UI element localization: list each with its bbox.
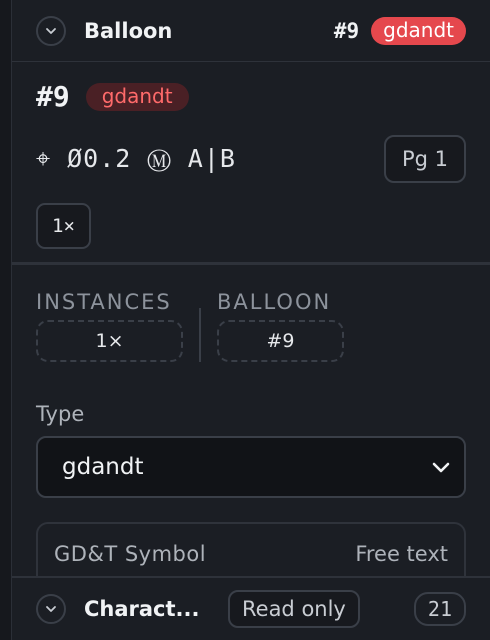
chevron-down-icon[interactable] bbox=[36, 594, 66, 624]
gdt-symbol-card[interactable]: GD&T Symbol Free text bbox=[36, 522, 466, 576]
summary-balloon-number: #9 bbox=[36, 80, 70, 113]
feature-control-frame: ⌖ Ø0.2 Ⓜ A|B bbox=[36, 144, 236, 173]
balloon-header[interactable]: Balloon #9 gdandt bbox=[12, 0, 490, 62]
balloon-number: #9 bbox=[333, 18, 360, 43]
page-button[interactable]: Pg 1 bbox=[383, 135, 466, 183]
type-label: Type bbox=[36, 402, 85, 426]
header-meta: #9 gdandt bbox=[333, 16, 466, 45]
type-badge: gdandt bbox=[371, 16, 466, 45]
summary-type-badge: gdandt bbox=[85, 82, 189, 111]
left-rail bbox=[0, 0, 12, 640]
free-text-option[interactable]: Free text bbox=[355, 542, 448, 566]
balloon-value: #9 bbox=[217, 320, 344, 362]
instances-stat: INSTANCES 1× bbox=[36, 290, 183, 362]
stats-row: INSTANCES 1× BALLOON #9 bbox=[36, 290, 466, 362]
characteristic-header[interactable]: Charact... Read only 21 bbox=[12, 576, 490, 640]
instances-value: 1× bbox=[36, 320, 183, 362]
stats-divider bbox=[199, 308, 201, 362]
balloon-details: INSTANCES 1× BALLOON #9 Type gdandt GD&T… bbox=[12, 268, 490, 576]
type-select[interactable]: gdandt bbox=[36, 436, 466, 498]
characteristic-title: Charact... bbox=[84, 597, 200, 621]
gdt-symbol-title: GD&T Symbol bbox=[54, 542, 207, 566]
chevron-down-icon[interactable] bbox=[36, 15, 66, 46]
type-select-value: gdandt bbox=[62, 454, 144, 480]
chevron-down-icon bbox=[432, 454, 450, 480]
header-title: Balloon bbox=[84, 18, 173, 43]
balloon-stat: BALLOON #9 bbox=[217, 290, 344, 362]
instance-count-button[interactable]: 1× bbox=[36, 203, 91, 249]
balloon-label: BALLOON bbox=[217, 290, 332, 314]
characteristic-count: 21 bbox=[413, 592, 466, 626]
balloon-summary: #9 gdandt ⌖ Ø0.2 Ⓜ A|B Pg 1 1× bbox=[12, 62, 490, 265]
instances-label: INSTANCES bbox=[36, 290, 172, 314]
read-only-badge: Read only bbox=[228, 590, 360, 628]
